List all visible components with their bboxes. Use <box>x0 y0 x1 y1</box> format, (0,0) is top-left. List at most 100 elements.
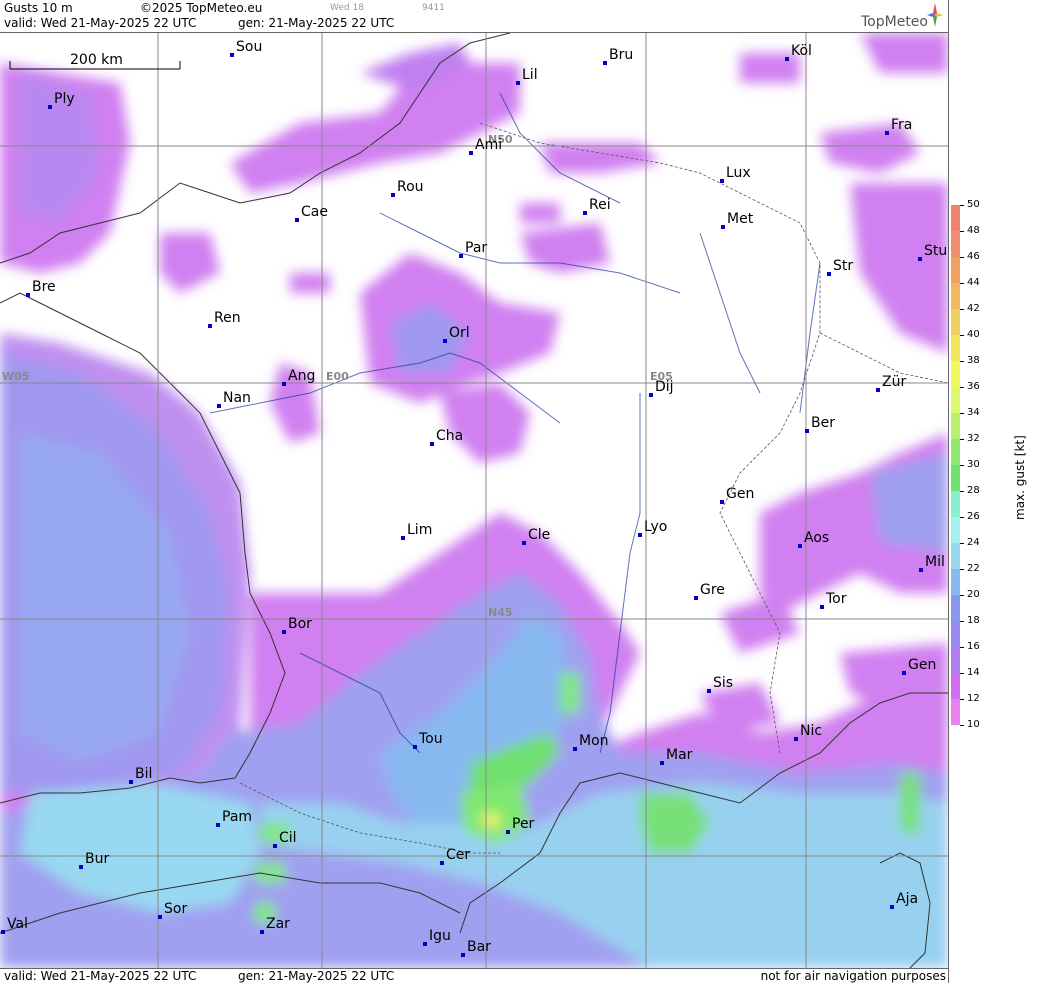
city-marker <box>129 780 133 784</box>
city-marker <box>208 324 212 328</box>
city-marker <box>216 823 220 827</box>
legend-color-swatch <box>951 465 960 491</box>
city-marker <box>48 105 52 109</box>
city-name: Cil <box>279 830 297 846</box>
legend-color-swatch <box>951 673 960 699</box>
legend-tick <box>960 699 964 700</box>
legend-color-swatch <box>951 205 960 231</box>
legend-tick-label: 10 <box>967 719 980 730</box>
city-marker <box>720 500 724 504</box>
scale-bar-label: 200 km <box>70 52 123 68</box>
city-marker <box>469 151 473 155</box>
city-marker <box>583 211 587 215</box>
city-marker <box>79 865 83 869</box>
legend-tick <box>960 543 964 544</box>
city-name: Aos <box>804 530 830 546</box>
city-name: Bor <box>288 616 312 632</box>
city-marker <box>919 568 923 572</box>
legend-color-swatch <box>951 257 960 283</box>
legend-panel: 50 48 46 44 42 40 38 36 34 32 30 28 26 24 22 20 18 16 14 12… <box>948 0 1039 983</box>
city-name: Rou <box>397 179 424 195</box>
city-name: Nic <box>800 723 823 739</box>
legend-tick-label: 38 <box>967 355 980 366</box>
city-name: Lil <box>522 67 538 83</box>
legend-color-swatch <box>951 439 960 465</box>
topmeteo-logo: TopMeteo <box>844 1 944 31</box>
city-marker <box>459 254 463 258</box>
city-marker <box>707 689 711 693</box>
city-name: Cae <box>301 204 328 220</box>
city-marker <box>798 544 802 548</box>
legend-color-swatch <box>951 387 960 413</box>
city-marker <box>217 404 221 408</box>
city-name: Mil <box>925 554 945 570</box>
city-marker <box>273 844 277 848</box>
map-title: Gusts 10 m <box>4 1 73 15</box>
city-marker <box>827 272 831 276</box>
legend-tick <box>960 257 964 258</box>
city-name: Igu <box>429 928 451 944</box>
city-marker <box>660 761 664 765</box>
legend-tick <box>960 231 964 232</box>
city-name: Bil <box>135 766 153 782</box>
small-label-day: Wed 18 <box>330 3 364 13</box>
city-name: Met <box>727 211 754 227</box>
city-name: Köl <box>791 43 812 59</box>
city-marker <box>282 382 286 386</box>
city-name: Cha <box>436 428 464 444</box>
city-marker <box>440 861 444 865</box>
city-name: Gre <box>700 582 725 598</box>
small-label-code: 9411 <box>422 3 445 13</box>
city-marker <box>805 429 809 433</box>
legend-tick <box>960 205 964 206</box>
city-name: Sor <box>164 901 188 917</box>
legend-color-swatch <box>951 569 960 595</box>
legend-tick-label: 24 <box>967 537 980 548</box>
legend-tick-label: 14 <box>967 667 980 678</box>
city-name: Tor <box>826 591 847 607</box>
legend-tick-label: 48 <box>967 225 980 236</box>
legend-tick <box>960 387 964 388</box>
city-marker <box>26 293 30 297</box>
legend-tick-label: 28 <box>967 485 980 496</box>
legend-tick <box>960 647 964 648</box>
legend-tick <box>960 283 964 284</box>
legend-tick-label: 34 <box>967 407 980 418</box>
legend-tick-label: 20 <box>967 589 980 600</box>
city-marker <box>902 671 906 675</box>
city-marker <box>391 193 395 197</box>
city-marker <box>720 179 724 183</box>
city-name: Bru <box>609 47 634 63</box>
compass-icon <box>927 3 943 27</box>
city-name: Per <box>512 816 535 832</box>
city-name: Tou <box>419 731 443 747</box>
city-name: Nan <box>223 390 251 406</box>
copyright: ©2025 TopMeteo.eu <box>140 1 263 15</box>
city-name: Dij <box>655 379 674 395</box>
legend-color-swatch <box>951 413 960 439</box>
city-marker <box>918 257 922 261</box>
city-name: Par <box>465 240 488 256</box>
city-name: Val <box>7 916 28 932</box>
city-marker <box>573 747 577 751</box>
gust-map[interactable]: 200 km N50 N45 W05 E00 E05 Sou Bru Köl Ply L… <box>0 33 948 968</box>
legend-tick <box>960 673 964 674</box>
city-name: Sis <box>713 675 734 691</box>
map-header: Gusts 10 m ©2025 TopMeteo.eu valid: Wed … <box>0 0 948 33</box>
legend-tick-label: 26 <box>967 511 980 522</box>
city-marker <box>516 81 520 85</box>
city-marker <box>890 905 894 909</box>
city-marker <box>295 218 299 222</box>
legend-tick-label: 22 <box>967 563 980 574</box>
city-marker <box>522 541 526 545</box>
city-name: Zür <box>882 374 907 390</box>
city-marker <box>282 630 286 634</box>
city-marker <box>794 737 798 741</box>
city-name: Ami <box>475 137 503 153</box>
city-name: Gen <box>726 486 755 502</box>
air-navigation-notice: not for air navigation purposes <box>760 969 946 983</box>
city-marker <box>158 915 162 919</box>
gen-time: gen: 21-May-2025 22 UTC <box>238 16 395 30</box>
legend-title: max. gust [kt] <box>1013 435 1027 520</box>
legend-tick-label: 16 <box>967 641 980 652</box>
